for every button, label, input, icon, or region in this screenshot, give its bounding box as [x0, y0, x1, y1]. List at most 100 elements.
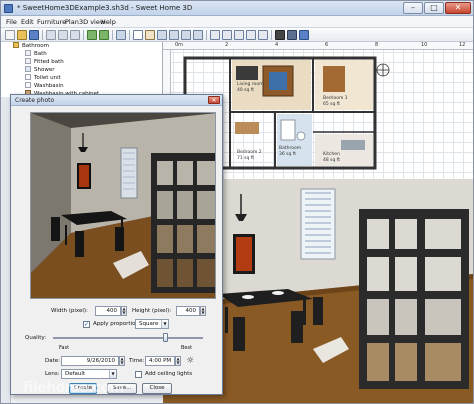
time-input[interactable]: 4:00 PM [145, 356, 175, 366]
height-spinner[interactable]: ▲ ▼ [200, 306, 206, 316]
undo-icon[interactable] [87, 30, 97, 40]
dialog-title: Create photo [15, 97, 55, 104]
date-spinner[interactable]: ▲ ▼ [119, 356, 125, 366]
bathtub [280, 119, 296, 141]
add-furniture-icon[interactable] [116, 30, 126, 40]
tree-item[interactable]: Bath [25, 50, 47, 58]
close-button[interactable]: ✕ [445, 2, 471, 14]
copy-icon[interactable] [58, 30, 68, 40]
create-rooms-icon[interactable] [169, 30, 179, 40]
washbasin-icon [25, 82, 31, 88]
open-folder-icon[interactable] [17, 30, 27, 40]
room-area: 40 sq ft [237, 88, 255, 93]
chair [233, 317, 245, 351]
time-spinner[interactable]: ▲ ▼ [175, 356, 181, 366]
create-video-icon[interactable] [287, 30, 297, 40]
bookshelf [359, 209, 469, 389]
toolbar-separator [129, 30, 130, 40]
bold-icon[interactable] [222, 30, 232, 40]
help-icon[interactable] [299, 30, 309, 40]
tree-item[interactable]: Toilet unit [25, 74, 61, 82]
dialog-title-bar: Create photo ✕ [11, 95, 222, 106]
toolbar-separator [42, 30, 43, 40]
room-area: 36 sq ft [279, 152, 297, 157]
toolbar-separator [271, 30, 272, 40]
italic-icon[interactable] [234, 30, 244, 40]
quality-fast-label: Fast [59, 345, 70, 351]
bath-icon [25, 50, 31, 56]
furniture-catalog: Bathroom Bath Fitted bath Shower Toilet … [1, 42, 163, 97]
menu-bar: File Edit Furniture Plan 3D view Help [1, 16, 473, 28]
dining-table [236, 66, 258, 80]
tree-item[interactable]: Shower [25, 66, 55, 74]
menu-file[interactable]: File [6, 18, 17, 26]
pan-mode-icon[interactable] [145, 30, 155, 40]
dialog-close-action-button[interactable]: Close [142, 383, 172, 394]
desk [235, 122, 259, 134]
width-label: Width (pixel): [51, 308, 88, 314]
menu-plan[interactable]: Plan [65, 18, 79, 26]
menu-edit[interactable]: Edit [21, 18, 34, 26]
toolbar-separator [83, 30, 84, 40]
watermark: filehorse.com [23, 380, 124, 396]
save-icon[interactable] [29, 30, 39, 40]
room-label: Kitchen [323, 152, 340, 157]
toolbar [1, 28, 473, 42]
quality-best-label: Best [181, 345, 193, 351]
room-area: 48 sq ft [323, 158, 341, 163]
room-label: Living room [237, 82, 264, 87]
title-bar: * SweetHome3DExample3.sh3d - Sweet Home … [1, 1, 473, 16]
chevron-down-icon: ▼ [109, 370, 116, 378]
room-label: Bedroom 2 [237, 150, 262, 155]
chair [291, 311, 303, 343]
redo-icon[interactable] [99, 30, 109, 40]
toilet-icon [25, 74, 31, 80]
create-labels-icon[interactable] [193, 30, 203, 40]
photo-preview [30, 112, 216, 299]
toolbar-separator [206, 30, 207, 40]
tree-item[interactable]: Fitted bath [25, 58, 64, 66]
app-icon [4, 4, 13, 13]
time-label: Time: [129, 358, 145, 364]
new-file-icon[interactable] [5, 30, 15, 40]
quality-slider-thumb[interactable] [163, 333, 168, 342]
fitted-bath-icon [25, 58, 31, 64]
room-area: 71 sq ft [237, 156, 255, 161]
quality-label: Quality: [25, 335, 47, 341]
date-label: Date: [45, 358, 60, 364]
menu-furniture[interactable]: Furniture [37, 18, 66, 26]
minimize-button[interactable]: – [403, 2, 423, 14]
create-photo-dialog: Create photo ✕ Width (pixel): 400 ▲ ▼ He… [10, 94, 223, 395]
sun-icon: ☼ [185, 356, 195, 366]
chevron-down-icon: ▼ [161, 320, 168, 328]
lens-select[interactable]: Default ▼ [61, 369, 117, 379]
height-label: Height (pixel): [132, 308, 172, 314]
bed [323, 66, 345, 92]
zoom-out-icon[interactable] [258, 30, 268, 40]
dialog-close-button[interactable]: ✕ [208, 96, 220, 104]
create-dimensions-icon[interactable] [181, 30, 191, 40]
menu-help[interactable]: Help [101, 18, 116, 26]
create-photo-icon[interactable] [275, 30, 285, 40]
paste-icon[interactable] [70, 30, 80, 40]
cut-icon[interactable] [46, 30, 56, 40]
ceiling-lights-label: Add ceiling lights [145, 371, 193, 377]
height-input[interactable]: 400 [176, 306, 200, 316]
room-area: 65 sq ft [323, 102, 341, 107]
select-mode-icon[interactable] [133, 30, 143, 40]
width-input[interactable]: 400 [95, 306, 121, 316]
proportions-select[interactable]: Square ▼ [135, 319, 169, 329]
shower-icon [25, 66, 31, 72]
width-spinner[interactable]: ▲ ▼ [121, 306, 127, 316]
tree-item-bathroom[interactable]: Bathroom [13, 42, 49, 50]
text-style-icon[interactable] [210, 30, 220, 40]
create-walls-icon[interactable] [157, 30, 167, 40]
date-input[interactable]: 9/26/2010 [61, 356, 119, 366]
ceiling-lights-checkbox[interactable] [135, 371, 142, 378]
apply-proportions-checkbox[interactable]: ✓ [83, 321, 90, 328]
zoom-in-icon[interactable] [246, 30, 256, 40]
quality-slider-track[interactable] [53, 337, 203, 339]
lens-label: Lens: [45, 371, 60, 377]
maximize-button[interactable]: □ [424, 2, 444, 14]
tree-item[interactable]: Washbasin [25, 82, 64, 90]
